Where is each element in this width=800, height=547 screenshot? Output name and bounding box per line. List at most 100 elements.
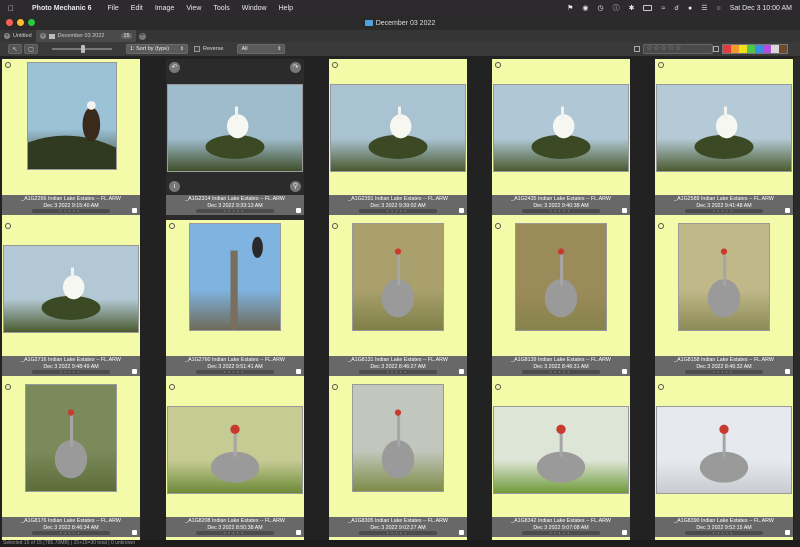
- photo-thumbnail[interactable]: [679, 224, 769, 330]
- photo-thumbnail[interactable]: [353, 385, 443, 491]
- star-rating-filter[interactable]: ☆☆☆☆☆: [643, 44, 713, 54]
- rotate-indicator-icon[interactable]: [495, 223, 501, 229]
- rotate-indicator-icon[interactable]: [658, 384, 664, 390]
- tag-checkbox[interactable]: [622, 530, 627, 535]
- time-machine-icon[interactable]: ◷: [597, 4, 603, 12]
- rotate-indicator-icon[interactable]: [169, 223, 175, 229]
- rotate-indicator-icon[interactable]: [5, 62, 11, 68]
- preview-tool-icon[interactable]: ▢: [24, 44, 38, 54]
- control-center-icon[interactable]: ☰: [701, 4, 707, 12]
- tab-december-03-2022[interactable]: × December 03 2022 15: [35, 30, 136, 42]
- star-rating[interactable]: •••••: [359, 370, 437, 374]
- vertical-scrollbar[interactable]: [794, 57, 800, 540]
- photo-thumbnail[interactable]: [516, 224, 606, 330]
- rotate-indicator-icon[interactable]: [658, 62, 664, 68]
- new-tab-button[interactable]: +: [138, 32, 146, 40]
- color-class-swatch[interactable]: [779, 45, 787, 53]
- info-icon[interactable]: i: [169, 181, 180, 192]
- photo-thumbnail[interactable]: [26, 385, 116, 491]
- tag-checkbox[interactable]: [622, 208, 627, 213]
- tag-checkbox[interactable]: [296, 530, 301, 535]
- rotate-indicator-icon[interactable]: [5, 223, 11, 229]
- color-class-swatch[interactable]: [771, 45, 779, 53]
- photo-thumbnail[interactable]: [353, 224, 443, 330]
- star-rating[interactable]: •••••: [685, 209, 763, 213]
- close-window-button[interactable]: [6, 19, 13, 26]
- photo-thumbnail[interactable]: [190, 224, 280, 330]
- tag-checkbox[interactable]: [622, 369, 627, 374]
- color-class-swatch[interactable]: [731, 45, 739, 53]
- rotate-indicator-icon[interactable]: [169, 384, 175, 390]
- reverse-checkbox[interactable]: [194, 46, 200, 52]
- color-class-filter[interactable]: [722, 44, 788, 54]
- zoom-window-button[interactable]: [28, 19, 35, 26]
- tab-untitled[interactable]: × Untitled: [0, 30, 36, 42]
- record-icon[interactable]: ◉: [582, 4, 588, 12]
- photo-thumbnail[interactable]: [331, 85, 465, 171]
- photo-cell[interactable]: _A1G8176 Indian Lake Estates -- FL.ARW De…: [2, 381, 140, 542]
- tag-checkbox[interactable]: [296, 369, 301, 374]
- slider-knob[interactable]: [81, 45, 85, 53]
- photo-cell[interactable]: _A1G2589 Indian Lake Estates -- FL.ARW De…: [655, 59, 793, 220]
- photo-cell[interactable]: _A1G8208 Indian Lake Estates -- FL.ARW De…: [166, 381, 304, 542]
- menu-view[interactable]: View: [186, 5, 201, 12]
- menu-window[interactable]: Window: [242, 5, 267, 12]
- minimize-window-button[interactable]: [17, 19, 24, 26]
- battery-icon[interactable]: [643, 5, 653, 11]
- star-rating[interactable]: •••••: [32, 531, 110, 535]
- info-icon[interactable]: ⓘ: [613, 3, 620, 13]
- wifi-icon[interactable]: ≈: [661, 5, 665, 12]
- star-filter-toggle-icon[interactable]: [634, 46, 640, 52]
- photo-cell[interactable]: _A1G2391 Indian Lake Estates -- FL.ARW De…: [329, 59, 467, 220]
- tag-checkbox[interactable]: [132, 369, 137, 374]
- star-rating[interactable]: •••••: [196, 531, 274, 535]
- bluetooth-icon[interactable]: ✱: [629, 4, 635, 12]
- star-rating[interactable]: •••••: [522, 209, 600, 213]
- photo-cell[interactable]: _A1G2760 Indian Lake Estates -- FL.ARW De…: [166, 220, 304, 381]
- photo-thumbnail[interactable]: [494, 85, 628, 171]
- menu-edit[interactable]: Edit: [131, 5, 143, 12]
- photo-thumbnail[interactable]: [168, 85, 302, 171]
- app-menu[interactable]: Photo Mechanic 6: [32, 5, 92, 12]
- menu-tools[interactable]: Tools: [213, 5, 229, 12]
- photo-cell[interactable]: _A1G8390 Indian Lake Estates -- FL.ARW De…: [655, 381, 793, 542]
- photo-thumbnail[interactable]: [657, 85, 791, 171]
- select-tool-icon[interactable]: ↖: [8, 44, 22, 54]
- photo-thumbnail[interactable]: [657, 407, 791, 493]
- close-tab-icon[interactable]: ×: [4, 33, 10, 39]
- photo-cell[interactable]: _A1G8139 Indian Lake Estates -- FL.ARW De…: [492, 220, 630, 381]
- tag-checkbox[interactable]: [459, 208, 464, 213]
- user-icon[interactable]: ●: [688, 5, 692, 12]
- star-rating[interactable]: •••••: [196, 370, 274, 374]
- magnify-icon[interactable]: ⚲: [290, 181, 301, 192]
- photo-thumbnail[interactable]: [168, 407, 302, 493]
- color-filter-toggle-icon[interactable]: [713, 46, 719, 52]
- menu-image[interactable]: Image: [155, 5, 174, 12]
- rotate-indicator-icon[interactable]: [332, 384, 338, 390]
- color-class-swatch[interactable]: [723, 45, 731, 53]
- photo-cell[interactable]: _A1G8342 Indian Lake Estates -- FL.ARW De…: [492, 381, 630, 542]
- rotate-right-icon[interactable]: ↷: [290, 62, 301, 73]
- rotate-indicator-icon[interactable]: [332, 223, 338, 229]
- apple-icon[interactable]: : [8, 4, 20, 13]
- tag-checkbox[interactable]: [132, 530, 137, 535]
- tag-checkbox[interactable]: [132, 208, 137, 213]
- star-rating[interactable]: •••••: [32, 209, 110, 213]
- tag-checkbox[interactable]: [459, 530, 464, 535]
- star-rating[interactable]: •••••: [196, 209, 274, 213]
- color-class-swatch[interactable]: [747, 45, 755, 53]
- clock[interactable]: Sat Dec 3 10:00 AM: [730, 5, 792, 12]
- rotate-indicator-icon[interactable]: [658, 223, 664, 229]
- photo-thumbnail[interactable]: [4, 246, 138, 332]
- siri-icon[interactable]: ○: [717, 5, 721, 12]
- photo-thumbnail[interactable]: [494, 407, 628, 493]
- tag-checkbox[interactable]: [785, 530, 790, 535]
- menu-file[interactable]: File: [108, 5, 119, 12]
- search-icon[interactable]: ☌: [674, 4, 679, 12]
- flag-icon[interactable]: ⚑: [567, 4, 573, 12]
- rotate-indicator-icon[interactable]: [495, 62, 501, 68]
- rotate-indicator-icon[interactable]: [332, 62, 338, 68]
- tag-checkbox[interactable]: [785, 369, 790, 374]
- thumbnail-size-slider[interactable]: [52, 45, 112, 53]
- photo-thumbnail[interactable]: [28, 63, 116, 169]
